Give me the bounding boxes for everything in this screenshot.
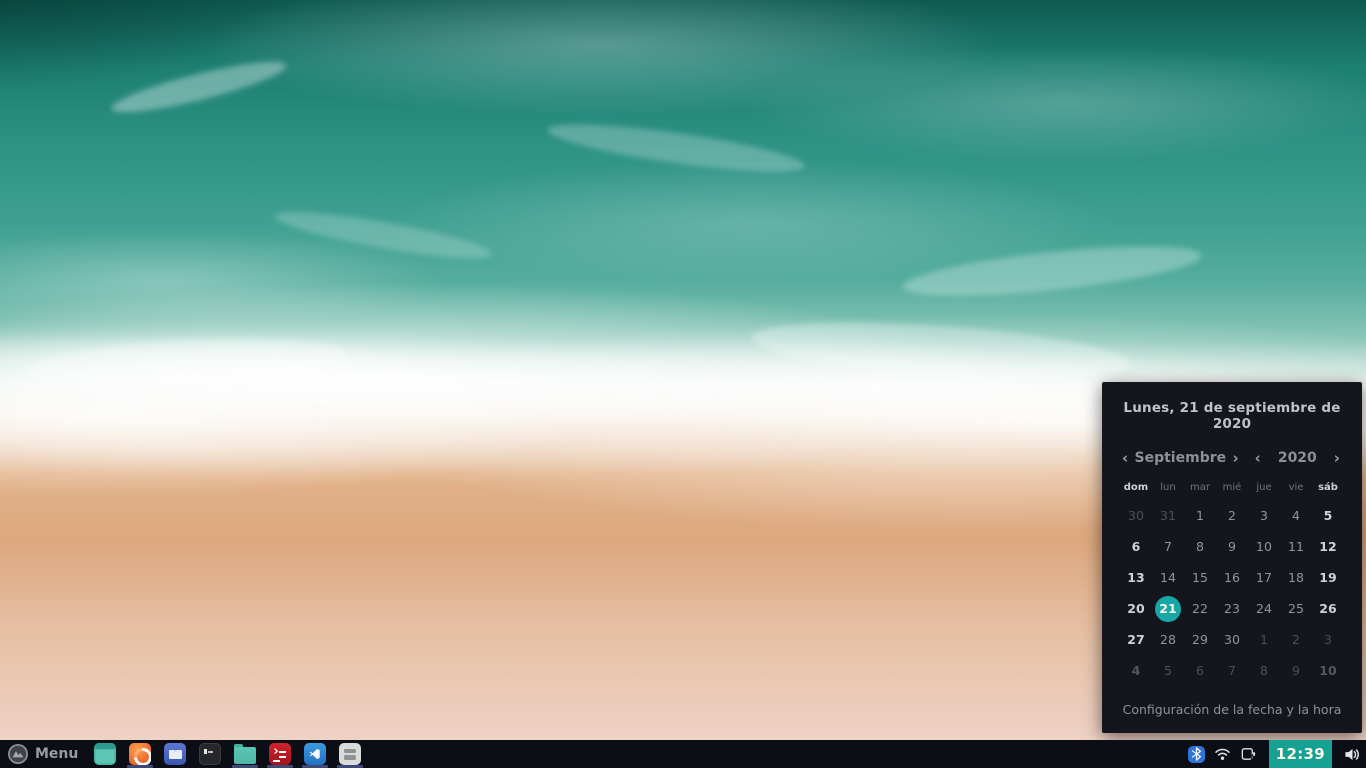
calendar-day[interactable]: 12: [1312, 531, 1344, 562]
root-terminal-icon: [269, 743, 291, 765]
calendar-day[interactable]: 15: [1184, 562, 1216, 593]
wifi-button[interactable]: [1214, 740, 1231, 768]
calendar-day[interactable]: 31: [1152, 500, 1184, 531]
day-headers: dom lun mar mié jue vie sáb: [1118, 482, 1346, 493]
calendar-day[interactable]: 28: [1152, 624, 1184, 655]
prev-year-button[interactable]: ‹: [1253, 451, 1263, 466]
folder-icon: [234, 747, 256, 764]
calendar-day[interactable]: 23: [1216, 593, 1248, 624]
day-header: dom: [1120, 482, 1152, 493]
calendar-day[interactable]: 2: [1216, 500, 1248, 531]
menu-label: Menu: [35, 746, 78, 762]
system-tray: 12:39: [1188, 740, 1366, 768]
calendar-day[interactable]: 17: [1248, 562, 1280, 593]
calendar-day[interactable]: 26: [1312, 593, 1344, 624]
mail-launcher[interactable]: [164, 740, 186, 768]
calendar-day[interactable]: 9: [1216, 531, 1248, 562]
calendar-day[interactable]: 24: [1248, 593, 1280, 624]
calendar-day[interactable]: 25: [1280, 593, 1312, 624]
calendar-navigation: ‹ Septiembre › ‹ 2020 ›: [1118, 450, 1346, 466]
day-header: vie: [1280, 482, 1312, 493]
text-editor-launcher[interactable]: [339, 740, 361, 768]
year-label: 2020: [1278, 450, 1317, 466]
calendar-day[interactable]: 5: [1152, 655, 1184, 686]
day-header: sáb: [1312, 482, 1344, 493]
clock[interactable]: 12:39: [1269, 740, 1332, 768]
volume-icon: [1344, 747, 1361, 762]
calendar-day[interactable]: 1: [1248, 624, 1280, 655]
calendar-day[interactable]: 16: [1216, 562, 1248, 593]
calendar-grid: 3031123456789101112131415161718192021222…: [1118, 500, 1346, 686]
calendar-day[interactable]: 10: [1312, 655, 1344, 686]
day-header: jue: [1248, 482, 1280, 493]
volume-button[interactable]: [1341, 740, 1366, 768]
calendar-day[interactable]: 4: [1120, 655, 1152, 686]
calendar-day[interactable]: 30: [1216, 624, 1248, 655]
text-editor-icon: [339, 743, 361, 765]
calendar-day[interactable]: 14: [1152, 562, 1184, 593]
calendar-day-selected[interactable]: 21: [1155, 596, 1181, 622]
calendar-day[interactable]: 22: [1184, 593, 1216, 624]
mail-icon: [164, 743, 186, 765]
next-month-button[interactable]: ›: [1230, 451, 1240, 466]
calendar-day[interactable]: 7: [1152, 531, 1184, 562]
vscode-launcher[interactable]: [304, 740, 326, 768]
bluetooth-button[interactable]: [1188, 740, 1205, 768]
day-header: lun: [1152, 482, 1184, 493]
calendar-day[interactable]: 29: [1184, 624, 1216, 655]
calendar-day[interactable]: 4: [1280, 500, 1312, 531]
datetime-settings-link[interactable]: Configuración de la fecha y la hora: [1118, 702, 1346, 721]
show-desktop-icon: [94, 743, 116, 765]
calendar-day[interactable]: 9: [1280, 655, 1312, 686]
calendar-day[interactable]: 7: [1216, 655, 1248, 686]
calendar-day[interactable]: 30: [1120, 500, 1152, 531]
root-terminal-launcher[interactable]: [269, 740, 291, 768]
calendar-day[interactable]: 6: [1184, 655, 1216, 686]
files-launcher[interactable]: [234, 740, 256, 768]
calendar-day[interactable]: 19: [1312, 562, 1344, 593]
calendar-day[interactable]: 13: [1120, 562, 1152, 593]
terminal-launcher[interactable]: [199, 740, 221, 768]
prev-month-button[interactable]: ‹: [1120, 451, 1130, 466]
calendar-day[interactable]: 20: [1120, 593, 1152, 624]
firefox-launcher[interactable]: [129, 740, 151, 768]
calendar-day[interactable]: 5: [1312, 500, 1344, 531]
month-label: Septiembre: [1135, 450, 1227, 466]
terminal-icon: [199, 743, 221, 765]
vscode-icon: [304, 743, 326, 765]
battery-charging-icon: [1240, 746, 1257, 762]
taskbar: Menu: [0, 740, 1366, 768]
calendar-day[interactable]: 11: [1280, 531, 1312, 562]
calendar-day[interactable]: 1: [1184, 500, 1216, 531]
next-year-button[interactable]: ›: [1332, 451, 1342, 466]
calendar-day[interactable]: 2: [1280, 624, 1312, 655]
show-desktop-button[interactable]: [94, 740, 116, 768]
calendar-day[interactable]: 27: [1120, 624, 1152, 655]
launcher-strip: [88, 740, 361, 768]
battery-button[interactable]: [1240, 740, 1257, 768]
calendar-day[interactable]: 6: [1120, 531, 1152, 562]
bluetooth-icon: [1188, 746, 1205, 763]
wifi-icon: [1214, 747, 1231, 761]
calendar-day[interactable]: 10: [1248, 531, 1280, 562]
day-header: mié: [1216, 482, 1248, 493]
calendar-day[interactable]: 8: [1248, 655, 1280, 686]
calendar-day[interactable]: 3: [1312, 624, 1344, 655]
day-header: mar: [1184, 482, 1216, 493]
firefox-icon: [129, 743, 151, 765]
calendar-popup: Lunes, 21 de septiembre de 2020 ‹ Septie…: [1102, 382, 1362, 733]
mint-logo-icon: [8, 744, 28, 764]
calendar-day[interactable]: 3: [1248, 500, 1280, 531]
calendar-day[interactable]: 18: [1280, 562, 1312, 593]
calendar-day[interactable]: 8: [1184, 531, 1216, 562]
calendar-date-title: Lunes, 21 de septiembre de 2020: [1118, 400, 1346, 432]
menu-button[interactable]: Menu: [0, 740, 88, 768]
